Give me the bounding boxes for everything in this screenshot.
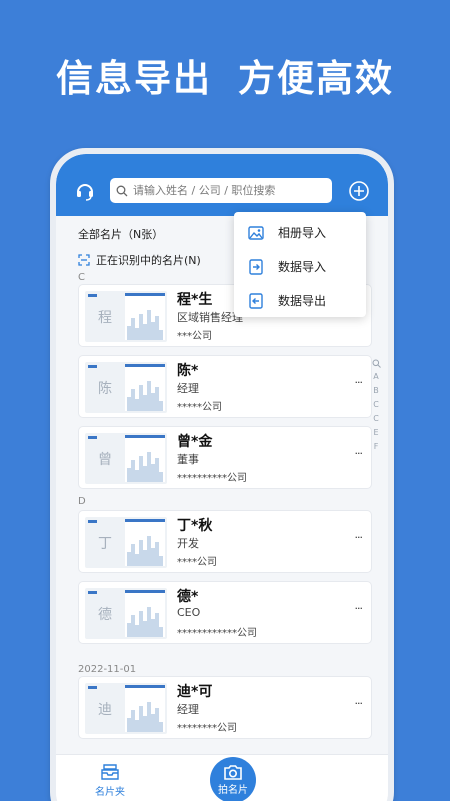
- index-letter[interactable]: B: [370, 384, 382, 398]
- thumbnail-char: 德: [98, 606, 112, 623]
- card-title: 董事: [177, 453, 199, 466]
- thumbnail-char: 程: [98, 309, 112, 326]
- bottom-tab-bar: 名片夹 拍名片: [56, 754, 388, 801]
- card-thumbnail: 曾: [85, 433, 167, 484]
- thumbnail-char: 曾: [98, 451, 112, 468]
- more-icon[interactable]: ···: [355, 697, 363, 710]
- card-thumbnail: 丁: [85, 517, 167, 568]
- card-thumbnail: 迪: [85, 683, 167, 734]
- app-screen: 全部名片（N张） 正在识别中的名片(N) C 程 程*生 区域销售经理 ***公…: [56, 154, 388, 801]
- card-title: 经理: [177, 703, 199, 716]
- all-cards-count: 全部名片（N张）: [78, 228, 164, 241]
- card-company: ************公司: [177, 628, 257, 639]
- search-icon: [116, 185, 128, 196]
- section-header-date: 2022-11-01: [78, 664, 137, 675]
- card-name: 德*: [177, 589, 199, 605]
- tab-label: 拍名片: [218, 785, 248, 796]
- tab-card-holder[interactable]: 名片夹: [90, 763, 130, 798]
- index-letter[interactable]: C: [370, 398, 382, 412]
- card-name: 曾*金: [177, 434, 213, 450]
- scan-icon: [78, 254, 90, 266]
- card-item[interactable]: 陈 陈* 经理 *****公司 ···: [78, 355, 372, 418]
- section-header-c: C: [78, 272, 85, 283]
- add-icon[interactable]: [348, 180, 370, 202]
- search-input[interactable]: [133, 184, 323, 197]
- index-letter[interactable]: C: [370, 412, 382, 426]
- data-import-icon: [249, 258, 263, 275]
- card-company: *****公司: [177, 402, 222, 413]
- card-thumbnail: 程: [85, 291, 167, 342]
- phone-frame: 全部名片（N张） 正在识别中的名片(N) C 程 程*生 区域销售经理 ***公…: [50, 148, 394, 801]
- card-item[interactable]: 曾 曾*金 董事 **********公司 ···: [78, 426, 372, 489]
- card-title: 开发: [177, 537, 199, 550]
- recognizing-label: 正在识别中的名片(N): [96, 254, 201, 267]
- card-name: 陈*: [177, 363, 199, 379]
- card-company: ***公司: [177, 331, 212, 342]
- more-icon[interactable]: ···: [355, 447, 363, 460]
- tab-take-photo[interactable]: 拍名片: [210, 757, 256, 801]
- customer-service-icon[interactable]: [74, 180, 96, 202]
- headline-left: 信息导出: [56, 57, 212, 100]
- camera-icon: [224, 765, 242, 780]
- card-holder-icon: [101, 764, 119, 780]
- recognizing-cards-row[interactable]: 正在识别中的名片(N): [78, 252, 201, 268]
- menu-item-label: 数据导出: [278, 294, 327, 308]
- menu-item-label: 数据导入: [278, 260, 327, 274]
- more-icon[interactable]: ···: [355, 602, 363, 615]
- index-letter[interactable]: F: [370, 440, 382, 454]
- menu-item-data-export[interactable]: 数据导出: [248, 292, 326, 309]
- more-icon[interactable]: ···: [355, 531, 363, 544]
- add-menu-dropdown: 相册导入 数据导入 数据导出: [234, 212, 366, 317]
- more-icon[interactable]: ···: [355, 376, 363, 389]
- thumbnail-char: 陈: [98, 380, 112, 397]
- card-item[interactable]: 迪 迪*可 经理 ********公司 ···: [78, 676, 372, 739]
- card-title: 经理: [177, 382, 199, 395]
- card-company: **********公司: [177, 473, 247, 484]
- card-title: CEO: [177, 606, 201, 619]
- search-bar[interactable]: [110, 178, 332, 203]
- card-item[interactable]: 德 德* CEO ************公司 ···: [78, 581, 372, 644]
- menu-item-data-import[interactable]: 数据导入: [248, 258, 326, 275]
- card-thumbnail: 德: [85, 588, 167, 639]
- data-export-icon: [249, 292, 263, 309]
- headline-right: 方便高效: [238, 57, 394, 100]
- card-name: 迪*可: [177, 684, 213, 700]
- menu-item-album-import[interactable]: 相册导入: [248, 224, 326, 241]
- index-letter[interactable]: E: [370, 426, 382, 440]
- index-search-icon[interactable]: [372, 359, 381, 368]
- photo-album-icon: [248, 225, 264, 240]
- card-name: 程*生: [177, 292, 213, 308]
- promo-headline: 信息导出 方便高效: [0, 48, 450, 102]
- card-thumbnail: 陈: [85, 362, 167, 413]
- thumbnail-char: 丁: [98, 535, 112, 552]
- menu-item-label: 相册导入: [278, 226, 327, 240]
- section-header-d: D: [78, 496, 86, 507]
- card-company: ********公司: [177, 723, 237, 734]
- thumbnail-char: 迪: [98, 701, 112, 718]
- alphabet-index[interactable]: A B C C E F: [370, 359, 382, 454]
- card-company: ****公司: [177, 557, 217, 568]
- card-name: 丁*秋: [177, 518, 213, 534]
- index-letter[interactable]: A: [370, 370, 382, 384]
- card-item[interactable]: 丁 丁*秋 开发 ****公司 ···: [78, 510, 372, 573]
- top-bar: [56, 154, 388, 216]
- tab-label: 名片夹: [95, 787, 125, 798]
